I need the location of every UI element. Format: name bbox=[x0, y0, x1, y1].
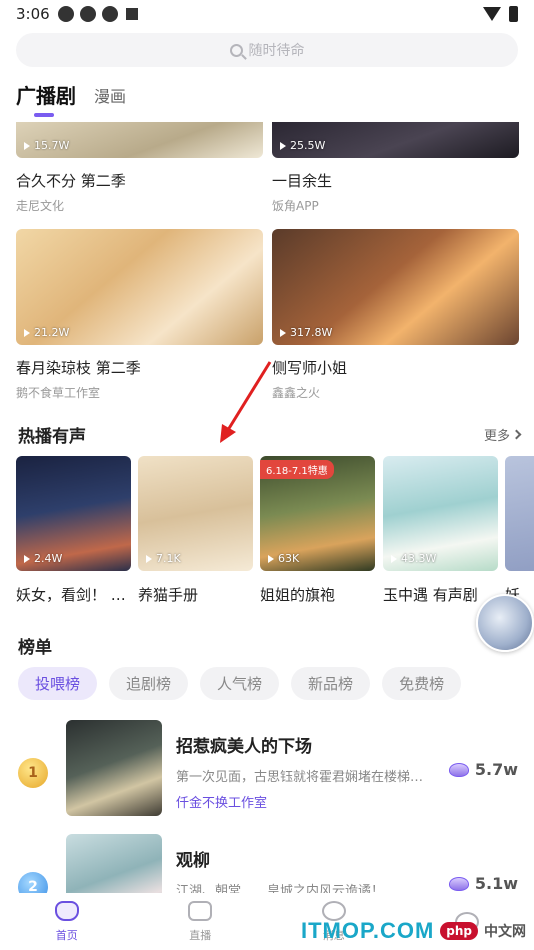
annotation-arrow-icon bbox=[220, 361, 272, 443]
